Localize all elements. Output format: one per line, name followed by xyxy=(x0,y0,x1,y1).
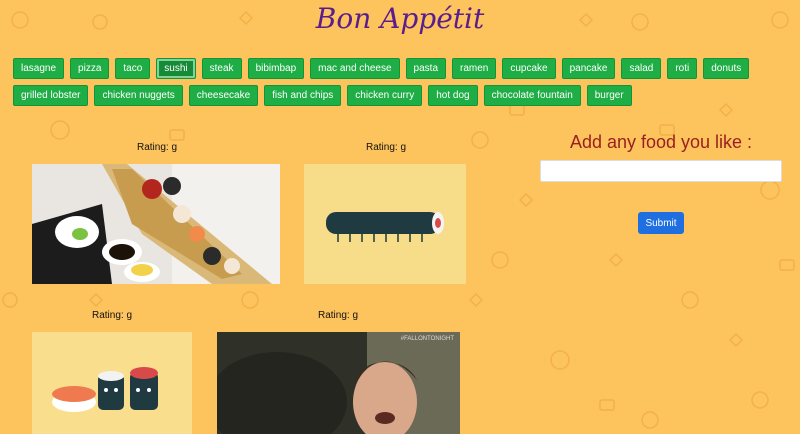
gif-sushi-boat[interactable] xyxy=(32,164,280,284)
food-button-grilled-lobster[interactable]: grilled lobster xyxy=(13,85,89,106)
food-button-salad[interactable]: salad xyxy=(621,58,662,79)
food-button-pasta[interactable]: pasta xyxy=(405,58,447,79)
food-button-chicken-nuggets[interactable]: chicken nuggets xyxy=(94,85,183,106)
food-button-roti[interactable]: roti xyxy=(667,58,698,79)
food-button-bibimbap[interactable]: bibimbap xyxy=(247,58,305,79)
food-button-fish-and-chips[interactable]: fish and chips xyxy=(264,85,342,106)
food-button-sushi[interactable]: sushi xyxy=(156,58,196,79)
food-button-burger[interactable]: burger xyxy=(586,85,632,106)
food-button-pizza[interactable]: pizza xyxy=(70,58,110,79)
gif-rating: Rating: g xyxy=(366,142,407,153)
talk-show-still xyxy=(217,332,460,434)
food-button-bar: lasagne pizza taco sushi steak bibimbap mac an… xyxy=(13,58,793,112)
food-button-hot-dog[interactable]: hot dog xyxy=(428,85,478,106)
food-button-row: grilled lobster chicken nuggets cheesecake… xyxy=(13,85,793,106)
gif-sushi-characters[interactable] xyxy=(32,332,192,434)
sushi-boat-illustration xyxy=(32,164,280,284)
sushi-characters-illustration xyxy=(32,332,192,434)
food-button-lasagne[interactable]: lasagne xyxy=(13,58,65,79)
food-input[interactable] xyxy=(540,160,782,182)
sushi-roll-illustration xyxy=(304,164,466,284)
page-title: Bon Appétit xyxy=(315,2,485,35)
submit-button[interactable]: Submit xyxy=(638,212,684,234)
food-button-donuts[interactable]: donuts xyxy=(703,58,750,79)
food-button-ramen[interactable]: ramen xyxy=(452,58,497,79)
food-button-cheesecake[interactable]: cheesecake xyxy=(188,85,259,106)
gif-sushi-roll-caterpillar[interactable] xyxy=(304,164,466,284)
food-button-cupcake[interactable]: cupcake xyxy=(502,58,556,79)
gif-rating: Rating: g xyxy=(92,310,133,321)
gif-rating: Rating: g xyxy=(137,142,178,153)
food-button-mac-and-cheese[interactable]: mac and cheese xyxy=(310,58,400,79)
food-button-steak[interactable]: steak xyxy=(201,58,242,79)
food-button-row: lasagne pizza taco sushi steak bibimbap mac an… xyxy=(13,58,793,79)
gif-watermark: #FALLONTONIGHT xyxy=(400,336,454,342)
food-button-taco[interactable]: taco xyxy=(115,58,151,79)
food-button-chocolate-fountain[interactable]: chocolate fountain xyxy=(483,85,581,106)
add-food-label: Add any food you like : xyxy=(569,132,753,152)
food-button-pancake[interactable]: pancake xyxy=(561,58,616,79)
gif-rating: Rating: g xyxy=(318,310,359,321)
gif-talk-show-clip[interactable]: #FALLONTONIGHT xyxy=(217,332,460,434)
food-button-chicken-curry[interactable]: chicken curry xyxy=(347,85,423,106)
